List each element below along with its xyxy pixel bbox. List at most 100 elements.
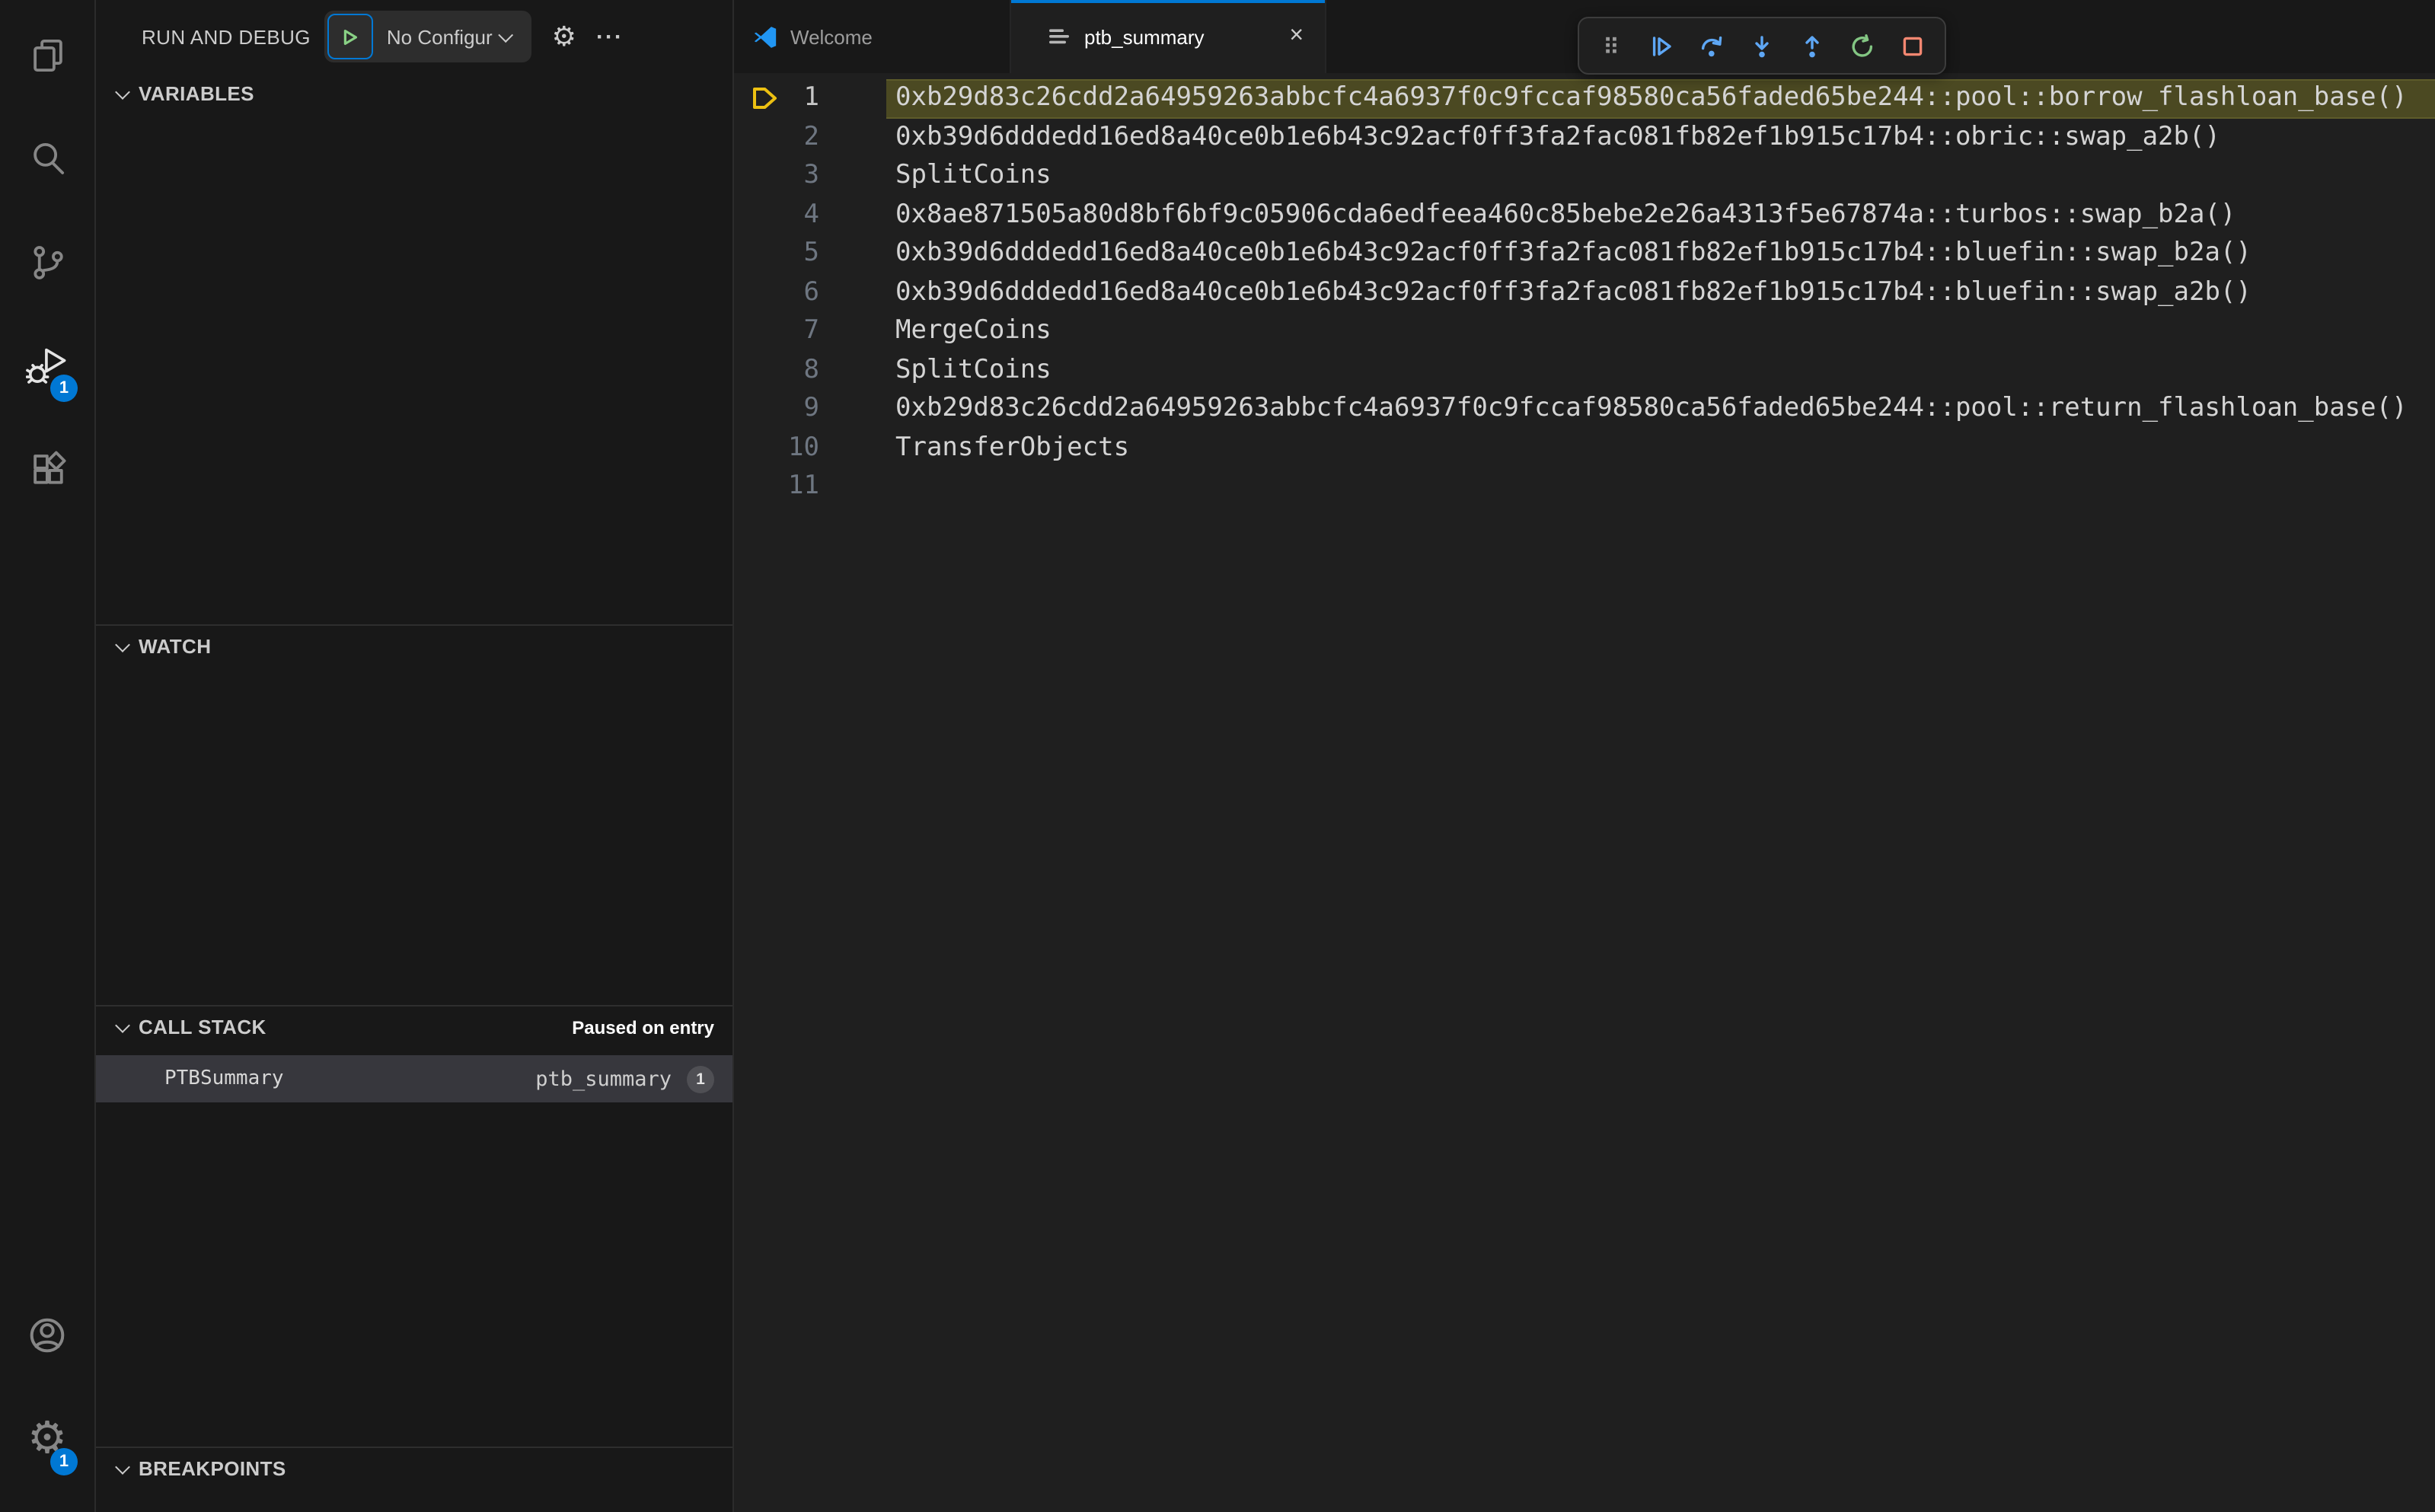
tab-welcome[interactable]: Welcome <box>734 0 1011 73</box>
stop-button[interactable] <box>1891 24 1934 67</box>
code-text: 0x8ae871505a80d8bf6bf9c05906cda6edfeea46… <box>895 199 2236 229</box>
account-button[interactable] <box>0 1284 94 1387</box>
step-into-button[interactable] <box>1741 24 1783 67</box>
line-number[interactable]: 2 <box>764 118 820 157</box>
line-number[interactable]: 7 <box>764 312 820 351</box>
code-line[interactable]: 1 0xb29d83c26cdd2a64959263abbcfc4a6937f0… <box>734 79 2435 118</box>
code-text: 0xb29d83c26cdd2a64959263abbcfc4a6937f0c9… <box>895 393 2408 423</box>
step-out-icon <box>1805 35 1819 57</box>
code-line[interactable]: 3 SplitCoins <box>734 157 2435 196</box>
stack-frame-row[interactable]: PTBSummary ptb_summary 1 <box>96 1055 732 1102</box>
code-line[interactable]: 10 TransferObjects <box>734 429 2435 467</box>
start-debugging-button[interactable] <box>327 14 373 59</box>
tab-label: Welcome <box>790 25 873 48</box>
close-tab-icon[interactable]: × <box>1286 24 1307 49</box>
chevron-down-icon <box>115 1017 130 1032</box>
code-line[interactable]: 5 0xb39d6dddedd16ed8a40ce0b1e6b43c92acf0… <box>734 234 2435 273</box>
code-text: SplitCoins <box>895 354 1052 384</box>
vscode-logo-icon <box>752 24 778 49</box>
line-number[interactable]: 8 <box>764 351 820 390</box>
tab-ptb-summary[interactable]: ptb_summary × <box>1011 0 1326 73</box>
code-line[interactable]: 8 SplitCoins <box>734 351 2435 390</box>
code-line[interactable]: 9 0xb29d83c26cdd2a64959263abbcfc4a6937f0… <box>734 390 2435 429</box>
breakpoints-section-header[interactable]: BREAKPOINTS <box>96 1448 732 1489</box>
line-number[interactable]: 3 <box>764 157 820 196</box>
continue-icon <box>1652 36 1671 56</box>
chevron-down-icon <box>115 636 130 652</box>
sidebar-header: RUN AND DEBUG No Configur ⚙ ··· <box>96 0 732 73</box>
tab-label: ptb_summary <box>1084 25 1205 48</box>
call-stack-section: CALL STACK Paused on entry PTBSummary pt… <box>96 1005 732 1447</box>
account-icon <box>26 1314 69 1357</box>
toolbar-drag-handle[interactable] <box>1590 24 1632 67</box>
code-text: 0xb29d83c26cdd2a64959263abbcfc4a6937f0c9… <box>895 82 2408 113</box>
code-line[interactable]: 11 <box>734 467 2435 506</box>
debug-settings-gear-button[interactable]: ⚙ <box>552 23 576 50</box>
line-number[interactable]: 1 <box>764 79 820 118</box>
code-text: 0xb39d6dddedd16ed8a40ce0b1e6b43c92acf0ff… <box>895 276 2251 307</box>
debug-toolbar <box>1578 17 1946 75</box>
activity-bar-top: 1 <box>0 0 94 521</box>
restart-button[interactable] <box>1841 24 1884 67</box>
list-icon <box>1049 26 1072 47</box>
run-and-debug-sidebar: RUN AND DEBUG No Configur ⚙ ··· VARIABLE… <box>94 0 732 1512</box>
files-icon <box>27 34 68 75</box>
sidebar-item-source-control[interactable] <box>0 210 94 314</box>
debug-config-dropdown[interactable]: No Configur <box>373 25 529 48</box>
stack-frame-badge: 1 <box>687 1065 714 1093</box>
extensions-icon <box>27 448 68 490</box>
step-into-icon <box>1755 35 1769 57</box>
settings-badge: 1 <box>50 1448 78 1475</box>
variables-section: VARIABLES <box>96 73 732 624</box>
play-icon <box>344 28 358 45</box>
vscode-window: 1 ⚙ 1 RUN AND DEBUG No Configur ⚙ ··· VA… <box>0 0 2435 1512</box>
line-number[interactable]: 6 <box>764 273 820 312</box>
step-out-button[interactable] <box>1791 24 1833 67</box>
sidebar-item-explorer[interactable] <box>0 3 94 107</box>
code-line[interactable]: 6 0xb39d6dddedd16ed8a40ce0b1e6b43c92acf0… <box>734 273 2435 312</box>
code-text: MergeCoins <box>895 315 1052 346</box>
code-editor[interactable]: 1 0xb29d83c26cdd2a64959263abbcfc4a6937f0… <box>734 73 2435 1512</box>
code-line[interactable]: 7 MergeCoins <box>734 312 2435 351</box>
paused-status-text: Paused on entry <box>572 1016 714 1038</box>
line-number[interactable]: 5 <box>764 234 820 273</box>
debug-config-control: No Configur <box>324 11 532 62</box>
watch-section-header[interactable]: WATCH <box>96 626 732 667</box>
line-number[interactable]: 9 <box>764 390 820 429</box>
sidebar-item-extensions[interactable] <box>0 417 94 521</box>
restart-icon <box>1852 33 1873 56</box>
step-over-icon <box>1701 35 1722 56</box>
code-text: SplitCoins <box>895 160 1052 190</box>
more-actions-button[interactable]: ··· <box>596 25 624 48</box>
activity-bar-bottom: ⚙ 1 <box>0 1284 94 1512</box>
line-number[interactable]: 10 <box>764 429 819 467</box>
call-stack-label: CALL STACK <box>139 1016 266 1038</box>
sidebar-item-search[interactable] <box>0 107 94 210</box>
breakpoints-section: BREAKPOINTS <box>96 1447 732 1512</box>
chevron-down-icon <box>115 1459 130 1474</box>
debug-config-label: No Configur <box>386 25 493 48</box>
line-number[interactable]: 4 <box>764 196 820 234</box>
sidebar-item-run-and-debug[interactable]: 1 <box>0 314 94 417</box>
breakpoints-label: BREAKPOINTS <box>139 1457 286 1480</box>
code-text: 0xb39d6dddedd16ed8a40ce0b1e6b43c92acf0ff… <box>895 121 2220 152</box>
continue-button[interactable] <box>1640 24 1683 67</box>
settings-button[interactable]: ⚙ 1 <box>0 1387 94 1491</box>
variables-label: VARIABLES <box>139 82 254 105</box>
watch-label: WATCH <box>139 635 212 658</box>
watch-section: WATCH <box>96 624 732 1005</box>
chevron-down-icon <box>498 27 514 43</box>
step-over-button[interactable] <box>1690 24 1733 67</box>
code-line[interactable]: 4 0x8ae871505a80d8bf6bf9c05906cda6edfeea… <box>734 196 2435 234</box>
editor-area: Welcome ptb_summary × 1 0xb29d83c26cdd2a… <box>732 0 2435 1512</box>
call-stack-section-header[interactable]: CALL STACK Paused on entry <box>96 1006 732 1048</box>
debug-badge: 1 <box>50 375 78 402</box>
variables-section-header[interactable]: VARIABLES <box>96 73 732 114</box>
activity-bar: 1 ⚙ 1 <box>0 0 94 1512</box>
code-text: 0xb39d6dddedd16ed8a40ce0b1e6b43c92acf0ff… <box>895 238 2251 268</box>
source-control-icon <box>27 241 68 282</box>
line-number[interactable]: 11 <box>764 467 819 506</box>
search-icon <box>27 138 68 179</box>
code-line[interactable]: 2 0xb39d6dddedd16ed8a40ce0b1e6b43c92acf0… <box>734 118 2435 157</box>
chevron-down-icon <box>115 84 130 99</box>
